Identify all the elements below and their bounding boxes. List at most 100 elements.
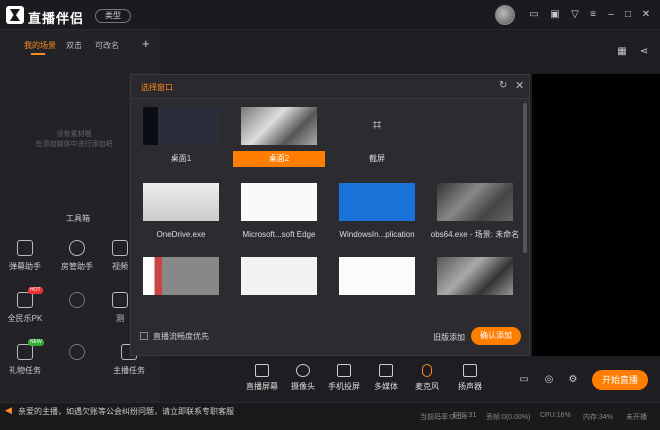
danmu-icon bbox=[17, 240, 33, 256]
bottom-tool-label: 多媒体 bbox=[374, 382, 398, 391]
monitor-icon[interactable]: ▭ bbox=[528, 9, 540, 21]
fps-stat: FPS:31 bbox=[453, 412, 477, 419]
memory-stat: 内存:34% bbox=[583, 414, 613, 421]
window-item-edge[interactable]: Microsoft...soft Edge bbox=[233, 179, 325, 245]
camera-button[interactable]: 摄像头 bbox=[281, 364, 325, 392]
eye-icon[interactable]: ◎ bbox=[543, 374, 555, 386]
record-icon[interactable]: ▭ bbox=[518, 374, 530, 386]
close-window-icon[interactable]: ✕ bbox=[640, 9, 652, 21]
bottom-tool-label: 摄像头 bbox=[291, 382, 315, 391]
window-item-8[interactable] bbox=[233, 253, 325, 313]
layout-icon[interactable]: ▦ bbox=[616, 46, 628, 58]
camera-icon bbox=[296, 364, 310, 377]
window-item-7[interactable] bbox=[135, 253, 227, 313]
message-icon[interactable]: ▣ bbox=[549, 9, 561, 21]
dialog-header bbox=[131, 75, 529, 99]
empty-hint-line1: 没有素材哦 bbox=[56, 131, 92, 138]
tab-rename[interactable]: 可改名 bbox=[95, 40, 119, 51]
item-label: 桌面2 bbox=[233, 151, 325, 167]
minimize-icon[interactable]: – bbox=[605, 9, 617, 21]
avatar[interactable] bbox=[495, 5, 515, 25]
announcement-icon: ◀ bbox=[5, 405, 12, 415]
tab-double-click[interactable]: 双击 bbox=[66, 40, 82, 51]
screen-capture-button[interactable]: 直播屏幕 bbox=[240, 364, 284, 392]
confirm-add-button[interactable]: 确认添加 bbox=[471, 327, 521, 345]
thumbnail bbox=[241, 257, 317, 295]
tool-icon bbox=[112, 292, 128, 308]
toolbox-title: 工具箱 bbox=[66, 214, 90, 223]
tool-pk[interactable]: HOT 全民乐PK bbox=[0, 287, 50, 324]
start-live-button[interactable]: 开始直播 bbox=[592, 370, 648, 390]
speaker-button[interactable]: 扬声器 bbox=[448, 364, 492, 392]
tool-label: 房管助手 bbox=[61, 262, 93, 271]
tool-label: 弹幕助手 bbox=[9, 262, 41, 271]
item-label: Microsoft...soft Edge bbox=[242, 230, 316, 239]
smooth-priority-label: 直播流畅度优先 bbox=[153, 332, 209, 341]
window-item-9[interactable] bbox=[331, 253, 423, 313]
speaker-icon bbox=[463, 364, 477, 377]
tool-label: 全民乐PK bbox=[7, 314, 43, 323]
refresh-icon[interactable]: ↻ bbox=[499, 80, 507, 91]
phone-cast-button[interactable]: 手机投屏 bbox=[322, 364, 366, 392]
tool-danmu-assistant[interactable]: 弹幕助手 bbox=[0, 240, 50, 272]
item-label: WindowsIn...plication bbox=[339, 230, 415, 239]
item-label: obs64.exe - 场景: 未命名 bbox=[430, 230, 520, 239]
tool-download-2[interactable] bbox=[52, 344, 102, 365]
tab-underline bbox=[31, 53, 45, 55]
crop-icon: ⌗ bbox=[339, 107, 415, 145]
item-label bbox=[135, 301, 227, 317]
thumbnail bbox=[143, 183, 219, 221]
microphone-button[interactable]: 麦克风 bbox=[405, 364, 449, 392]
add-scene-icon[interactable]: + bbox=[142, 36, 150, 51]
window-item-desktop2[interactable]: 桌面2 bbox=[233, 103, 325, 169]
bottom-tool-label: 麦克风 bbox=[415, 382, 439, 391]
smooth-priority-checkbox[interactable] bbox=[140, 332, 148, 340]
tool-gift-task[interactable]: NEW 礼物任务 bbox=[0, 339, 50, 376]
tool-label: 礼物任务 bbox=[9, 366, 41, 375]
type-button[interactable]: 类型 bbox=[95, 9, 131, 23]
preview-toolbar bbox=[160, 30, 660, 72]
menu-icon[interactable]: ≡ bbox=[587, 9, 599, 21]
download-icon bbox=[69, 292, 85, 308]
phone-icon bbox=[337, 364, 351, 377]
select-window-dialog: 选择窗口 ↻ ✕ 桌面1 桌面2 ⌗ 截屏 OneDrive.exe Micro… bbox=[130, 74, 530, 356]
item-label: 桌面1 bbox=[170, 154, 192, 163]
item-label: 截屏 bbox=[369, 154, 385, 163]
app-title: 直播伴侣 bbox=[28, 11, 85, 26]
scrollbar[interactable] bbox=[523, 103, 527, 253]
window-item-screenshot[interactable]: ⌗ 截屏 bbox=[331, 103, 423, 169]
window-item-desktop1[interactable]: 桌面1 bbox=[135, 103, 227, 169]
tool-label: 主播任务 bbox=[113, 366, 145, 375]
status-message: 亲爱的主播，如遇欠账等公会纠纷问题，请立即联系专职客服 bbox=[18, 407, 234, 416]
thumbnail bbox=[339, 183, 415, 221]
video-icon bbox=[112, 240, 128, 256]
multimedia-button[interactable]: 多媒体 bbox=[364, 364, 408, 392]
window-item-obs[interactable]: obs64.exe - 场景: 未命名 bbox=[429, 179, 521, 245]
item-label bbox=[331, 301, 423, 317]
tool-download-1[interactable] bbox=[52, 292, 102, 313]
window-item-onedrive[interactable]: OneDrive.exe bbox=[135, 179, 227, 245]
share-icon[interactable]: ⋖ bbox=[638, 46, 650, 58]
dropped-frames-stat: 丢帧:0(0.00%) bbox=[486, 414, 531, 421]
item-label bbox=[233, 301, 325, 317]
item-label: OneDrive.exe bbox=[156, 230, 206, 239]
tab-my-scenes[interactable]: 我的场景 bbox=[24, 40, 56, 51]
shirt-icon[interactable]: ▽ bbox=[569, 9, 581, 21]
close-icon[interactable]: ✕ bbox=[515, 79, 524, 92]
settings-icon[interactable]: ⚙ bbox=[567, 374, 579, 386]
thumbnail bbox=[241, 183, 317, 221]
pk-icon: HOT bbox=[17, 287, 43, 308]
thumbnail bbox=[143, 257, 219, 295]
user-icon bbox=[69, 240, 85, 256]
window-item-10[interactable] bbox=[429, 253, 521, 313]
bottom-tool-label: 直播屏幕 bbox=[246, 382, 278, 391]
bottom-tool-label: 手机投屏 bbox=[328, 382, 360, 391]
thumbnail bbox=[339, 257, 415, 295]
new-badge: NEW bbox=[28, 339, 44, 346]
screen-icon bbox=[255, 364, 269, 377]
maximize-icon[interactable]: □ bbox=[622, 9, 634, 21]
window-item-windowsinput[interactable]: WindowsIn...plication bbox=[331, 179, 423, 245]
legacy-add-link[interactable]: 旧版添加 bbox=[433, 332, 465, 343]
bottom-tool-label: 扬声器 bbox=[458, 382, 482, 391]
tool-room-manager[interactable]: 房管助手 bbox=[52, 240, 102, 272]
